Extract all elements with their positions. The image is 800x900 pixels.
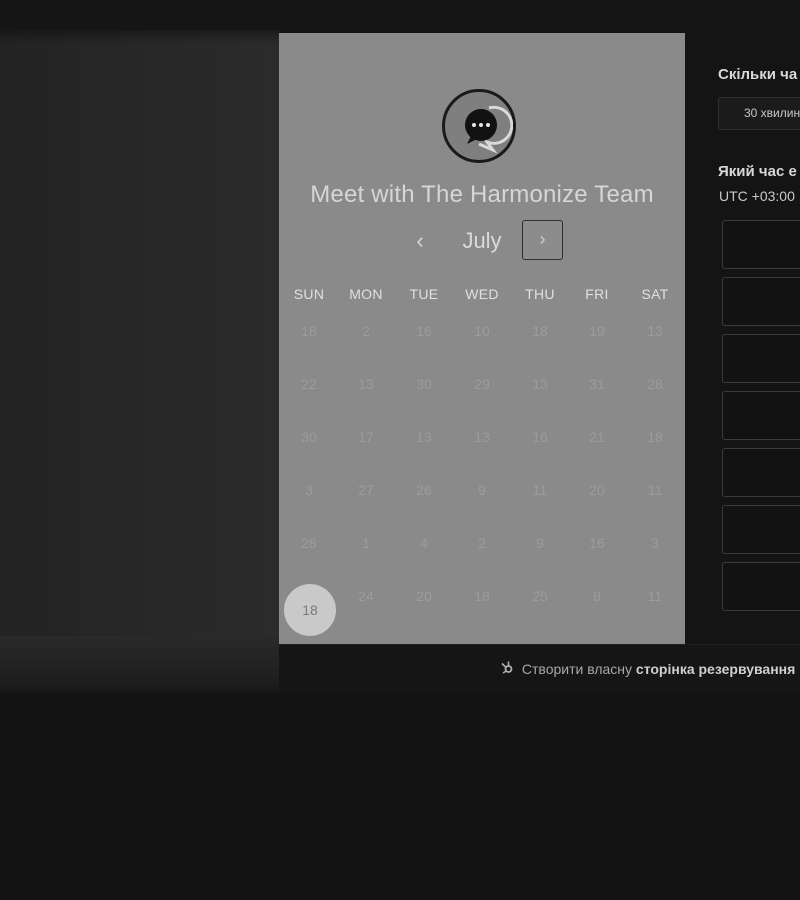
time-slot[interactable] (722, 448, 800, 497)
calendar-card: Meet with The Harmonize Team ‹ July › SU… (279, 33, 685, 644)
calendar-day[interactable]: 27 (337, 482, 395, 498)
calendar-day[interactable]: 1 (337, 535, 395, 551)
weekday-thu: THU (525, 286, 555, 302)
left-shadow (0, 636, 279, 696)
calendar-day[interactable]: 18 (626, 429, 684, 445)
weekday-tue: TUE (409, 286, 439, 302)
calendar-day[interactable]: 16 (568, 535, 626, 551)
left-background-panel (0, 30, 279, 690)
calendar-day[interactable]: 18 (511, 323, 569, 339)
calendar-day[interactable]: 9 (511, 535, 569, 551)
calendar-day[interactable]: 3 (626, 535, 684, 551)
calendar-day[interactable]: 13 (337, 376, 395, 392)
calendar-day[interactable]: 24 (337, 588, 395, 604)
calendar-day[interactable]: 13 (511, 376, 569, 392)
calendar-day[interactable]: 13 (453, 429, 511, 445)
weekday-fri: FRI (585, 286, 609, 302)
time-slot[interactable] (722, 220, 800, 269)
calendar-day[interactable]: 28 (626, 376, 684, 392)
time-slot[interactable] (722, 334, 800, 383)
weekday-wed: WED (465, 286, 499, 302)
booking-panel: Скільки ча 30 хвилин Який час е UTC +03:… (685, 33, 800, 644)
calendar-day[interactable]: 20 (395, 588, 453, 604)
chat-bubble-icon (465, 105, 513, 154)
calendar-day[interactable]: 18 (280, 323, 338, 339)
calendar-day[interactable]: 16 (395, 323, 453, 339)
calendar-day[interactable]: 28 (280, 535, 338, 551)
time-slot[interactable] (722, 505, 800, 554)
calendar-day[interactable]: 22 (280, 376, 338, 392)
calendar-day[interactable]: 31 (568, 376, 626, 392)
company-logo (442, 89, 516, 163)
time-heading: Який час е (718, 163, 797, 180)
calendar-day[interactable]: 11 (626, 482, 684, 498)
next-month-button[interactable]: › (522, 220, 563, 260)
timezone-label[interactable]: UTC +03:00 (719, 188, 795, 204)
time-slot[interactable] (722, 562, 800, 611)
page-background (0, 693, 800, 900)
weekday-sun: SUN (293, 286, 325, 302)
weekday-sat: SAT (641, 286, 669, 302)
calendar-day[interactable]: 9 (453, 482, 511, 498)
weekday-mon: MON (349, 286, 383, 302)
create-booking-page-link[interactable]: Створити власну сторінка резервування (500, 660, 795, 677)
calendar-day[interactable]: 26 (395, 482, 453, 498)
calendar-day[interactable]: 18 (453, 588, 511, 604)
footer-bar: Створити власну сторінка резервування (279, 644, 800, 694)
calendar-day[interactable]: 2 (337, 323, 395, 339)
calendar-day[interactable]: 11 (511, 482, 569, 498)
calendar-day[interactable]: 3 (280, 482, 338, 498)
calendar-day[interactable]: 13 (395, 429, 453, 445)
calendar-day[interactable]: 19 (568, 323, 626, 339)
footer-text-bold: сторінка резервування (635, 661, 796, 677)
calendar-day[interactable]: 17 (337, 429, 395, 445)
calendar-day[interactable]: 20 (568, 482, 626, 498)
footer-text-prefix: Створити власну (521, 661, 633, 677)
chevron-left-icon: ‹ (416, 228, 424, 253)
chevron-right-icon: › (539, 229, 546, 249)
sprocket-icon (500, 661, 518, 677)
previous-month-button[interactable]: ‹ (405, 227, 435, 257)
calendar-day[interactable]: 10 (453, 323, 511, 339)
top-bar (0, 0, 800, 30)
calendar-day[interactable]: 16 (511, 429, 569, 445)
calendar-day[interactable]: 2 (453, 535, 511, 551)
calendar-title: Meet with The Harmonize Team (310, 181, 654, 208)
duration-heading: Скільки ча (718, 66, 798, 83)
duration-option-button[interactable]: 30 хвилин (718, 97, 800, 130)
calendar-day[interactable]: 30 (280, 429, 338, 445)
calendar-day[interactable]: 13 (626, 323, 684, 339)
calendar-day[interactable]: 21 (568, 429, 626, 445)
calendar-day[interactable]: 29 (453, 376, 511, 392)
calendar-day-selected[interactable]: 18 (284, 584, 336, 636)
calendar-day[interactable]: 30 (395, 376, 453, 392)
calendar-day[interactable]: 25 (511, 588, 569, 604)
time-slot[interactable] (722, 391, 800, 440)
calendar-day[interactable]: 8 (568, 588, 626, 604)
calendar-day[interactable]: 4 (395, 535, 453, 551)
weekday-header: SUN MON TUE WED THU FRI SAT (279, 286, 685, 306)
calendar-day[interactable]: 11 (626, 588, 684, 604)
time-slot[interactable] (722, 277, 800, 326)
month-label: July (462, 228, 502, 253)
